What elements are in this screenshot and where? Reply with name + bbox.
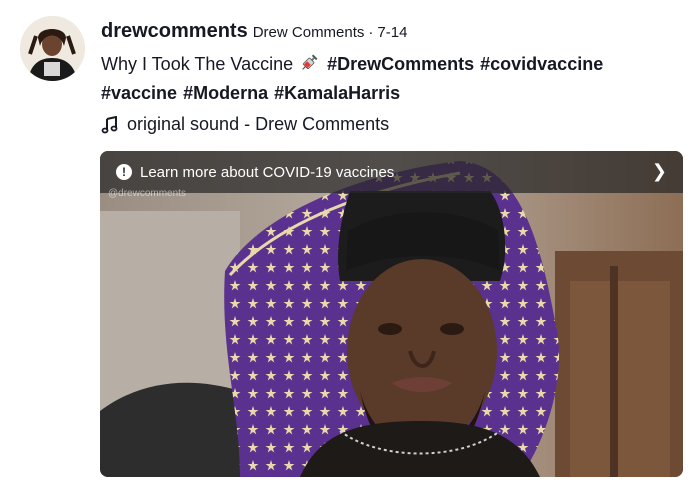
- avatar[interactable]: [20, 16, 85, 81]
- video-player[interactable]: ! Learn more about COVID-19 vaccines ❯ @…: [100, 151, 683, 477]
- info-icon: !: [116, 164, 132, 180]
- music-label: original sound - Drew Comments: [127, 114, 390, 134]
- syringe-icon: [299, 53, 319, 80]
- username[interactable]: drewcomments: [101, 20, 248, 43]
- banner-text: Learn more about COVID-19 vaccines: [140, 163, 395, 181]
- author-row: drewcomments Drew Comments · 7-14: [101, 20, 690, 43]
- watermark: @drewcomments: [108, 188, 186, 199]
- hashtag[interactable]: #covidvaccine: [480, 54, 603, 74]
- caption: Why I Took The Vaccine #DrewComments #cov…: [101, 51, 691, 106]
- covid-info-banner[interactable]: ! Learn more about COVID-19 vaccines ❯: [100, 151, 683, 193]
- caption-text: Why I Took The Vaccine: [101, 54, 294, 74]
- separator: ·: [368, 24, 374, 41]
- nickname: Drew Comments: [252, 24, 365, 41]
- hashtag[interactable]: #Moderna: [183, 83, 268, 103]
- music-note-icon: [101, 115, 118, 133]
- post-date: 7-14: [377, 24, 408, 41]
- music-link[interactable]: original sound - Drew Comments: [101, 114, 690, 135]
- video-frame: [100, 151, 683, 477]
- hashtag[interactable]: #DrewComments: [327, 54, 474, 74]
- post-header: drewcomments Drew Comments · 7-14 Why I …: [101, 20, 690, 135]
- hashtag[interactable]: #vaccine: [101, 83, 177, 103]
- video-post: drewcomments Drew Comments · 7-14 Why I …: [0, 0, 700, 501]
- chevron-right-icon: ❯: [651, 161, 667, 181]
- hashtag[interactable]: #KamalaHarris: [274, 83, 400, 103]
